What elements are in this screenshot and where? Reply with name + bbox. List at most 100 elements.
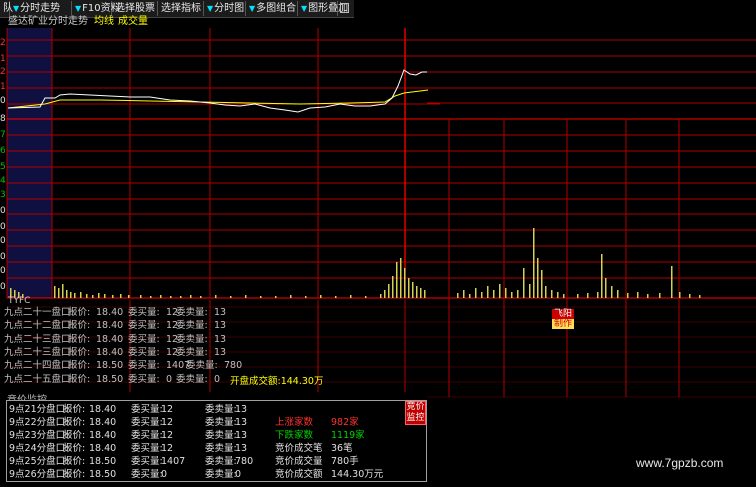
volume-bar [523,268,525,298]
toolbar-label: 分时图 [214,3,245,14]
buy-label: 委买量: [131,469,163,480]
toolbar-item-select-stock[interactable]: 选择股票 [112,1,158,16]
sell-value: 0 [214,373,221,385]
volume-bar [481,292,483,298]
volume-bar [384,290,386,298]
volume-bar [517,290,519,298]
sell-label: 委卖量: [176,346,208,358]
auction-time: 9点24分盘口: [9,443,69,454]
watermark: www.7gpzb.com [636,456,724,470]
price-value: 18.40 [96,333,124,345]
order-time: 九点二十二盘口: [4,320,74,332]
axis-tick: 1 [0,82,6,92]
buy-label: 委买量: [131,456,163,467]
axis-tick: 5 [0,162,6,172]
sell-label: 委卖量: [176,320,208,332]
axis-tick: 2 [0,38,6,48]
volume-bar [611,286,613,298]
lock-icon[interactable] [340,3,349,13]
volume-bar [120,294,122,298]
axis-tick: 0 [0,206,6,216]
toolbar-item-f10[interactable]: ▼F10资料 [72,1,121,16]
stat-value: 36笔 [331,443,353,454]
order-time: 九点二十四盘口: [4,360,74,372]
axis-tick: 2 [0,67,6,77]
buy-value: 0 [166,373,173,385]
price-value: 18.40 [96,320,124,332]
price-label: 报价: [63,430,86,441]
stat-value: 982家 [331,417,359,428]
volume-bar [245,295,247,298]
toolbar-item-intraday[interactable]: ▼分时走势 [10,1,72,16]
sell-value: 13 [235,417,248,428]
volume-bar [86,294,88,298]
auction-time: 9点22分盘口: [9,417,69,428]
price-value: 18.40 [89,417,117,428]
volume-bar [80,292,82,298]
axis-tick: 0 [0,252,6,262]
chart-grid-extension [427,39,756,398]
volume-bar [365,296,367,298]
sell-label: 委卖量: [205,469,237,480]
buy-value: 12 [161,404,174,415]
axis-tick: 1 [0,54,6,64]
axis-tick: 0 [0,282,6,292]
volume-bar [128,295,130,298]
volume-bar [637,292,639,298]
volume-bar [260,296,262,298]
axis-tick: 0 [0,222,6,232]
buy-value: 12 [161,417,174,428]
open-amount: 开盘成交额:144.30万 [230,376,324,387]
volume-bar [557,292,559,298]
sell-label: 委卖量: [176,333,208,345]
volume-bar [505,288,507,298]
toolbar-item-multi-chart[interactable]: ▼多图组合 [246,1,298,16]
buy-value: 0 [161,469,168,480]
volume-bar [170,296,172,298]
buy-value: 12 [161,430,174,441]
price-value: 18.50 [96,373,124,385]
price-label: 报价: [68,333,91,345]
sell-label: 委卖量: [205,430,237,441]
volume-bar [487,286,489,298]
price-value: 18.40 [89,404,117,415]
price-label: 报价: [63,443,86,454]
volume-bar [499,284,501,298]
toolbar-item-overlay[interactable]: ▼图形叠加 [298,1,348,16]
axis-tick: 4 [0,176,6,186]
volume-bar [392,276,394,298]
volume-bar [416,286,418,298]
stat-value: 780手 [331,456,359,467]
dropdown-arrow-icon: ▼ [249,4,256,13]
volume-bar [597,292,599,298]
toolbar-item-partial[interactable]: 队 [0,1,13,16]
toolbar-item-intraday-chart[interactable]: ▼分时图 [204,1,246,16]
auction-time: 9点21分盘口: [9,404,69,415]
volume-bar [457,293,459,298]
buy-label: 委买量: [128,360,160,372]
volume-bar [671,266,673,298]
toolbar-label: 分时走势 [20,3,61,14]
volume-bar [104,294,106,298]
price-value: 18.40 [89,430,117,441]
volume-bar [320,295,322,298]
volume-bar [541,270,543,298]
pre-market-shade [7,28,52,298]
price-label: 报价: [63,456,86,467]
volume-bar [150,296,152,298]
sell-label: 委卖量: [205,417,237,428]
axis-tick: 0 [0,266,6,276]
volume-bar [160,295,162,298]
volume-bar [58,288,60,298]
buy-label: 委买量: [128,320,160,332]
toolbar-item-select-indicator[interactable]: 选择指标 [158,1,204,16]
toolbar-label: 选择指标 [161,3,201,14]
auction-monitor-button[interactable]: 竞价监控 [405,401,426,425]
volume-bar [305,296,307,298]
auction-panel: 9点21分盘口: 报价: 18.40 委买量: 12 委卖量: 13 9点22分盘口: 报价: 1… [6,400,427,482]
auction-time: 9点23分盘口: [9,430,69,441]
volume-bar [689,294,691,298]
sell-value: 780 [224,360,243,372]
sell-label: 委卖量: [205,404,237,415]
volume-bar [66,290,68,298]
